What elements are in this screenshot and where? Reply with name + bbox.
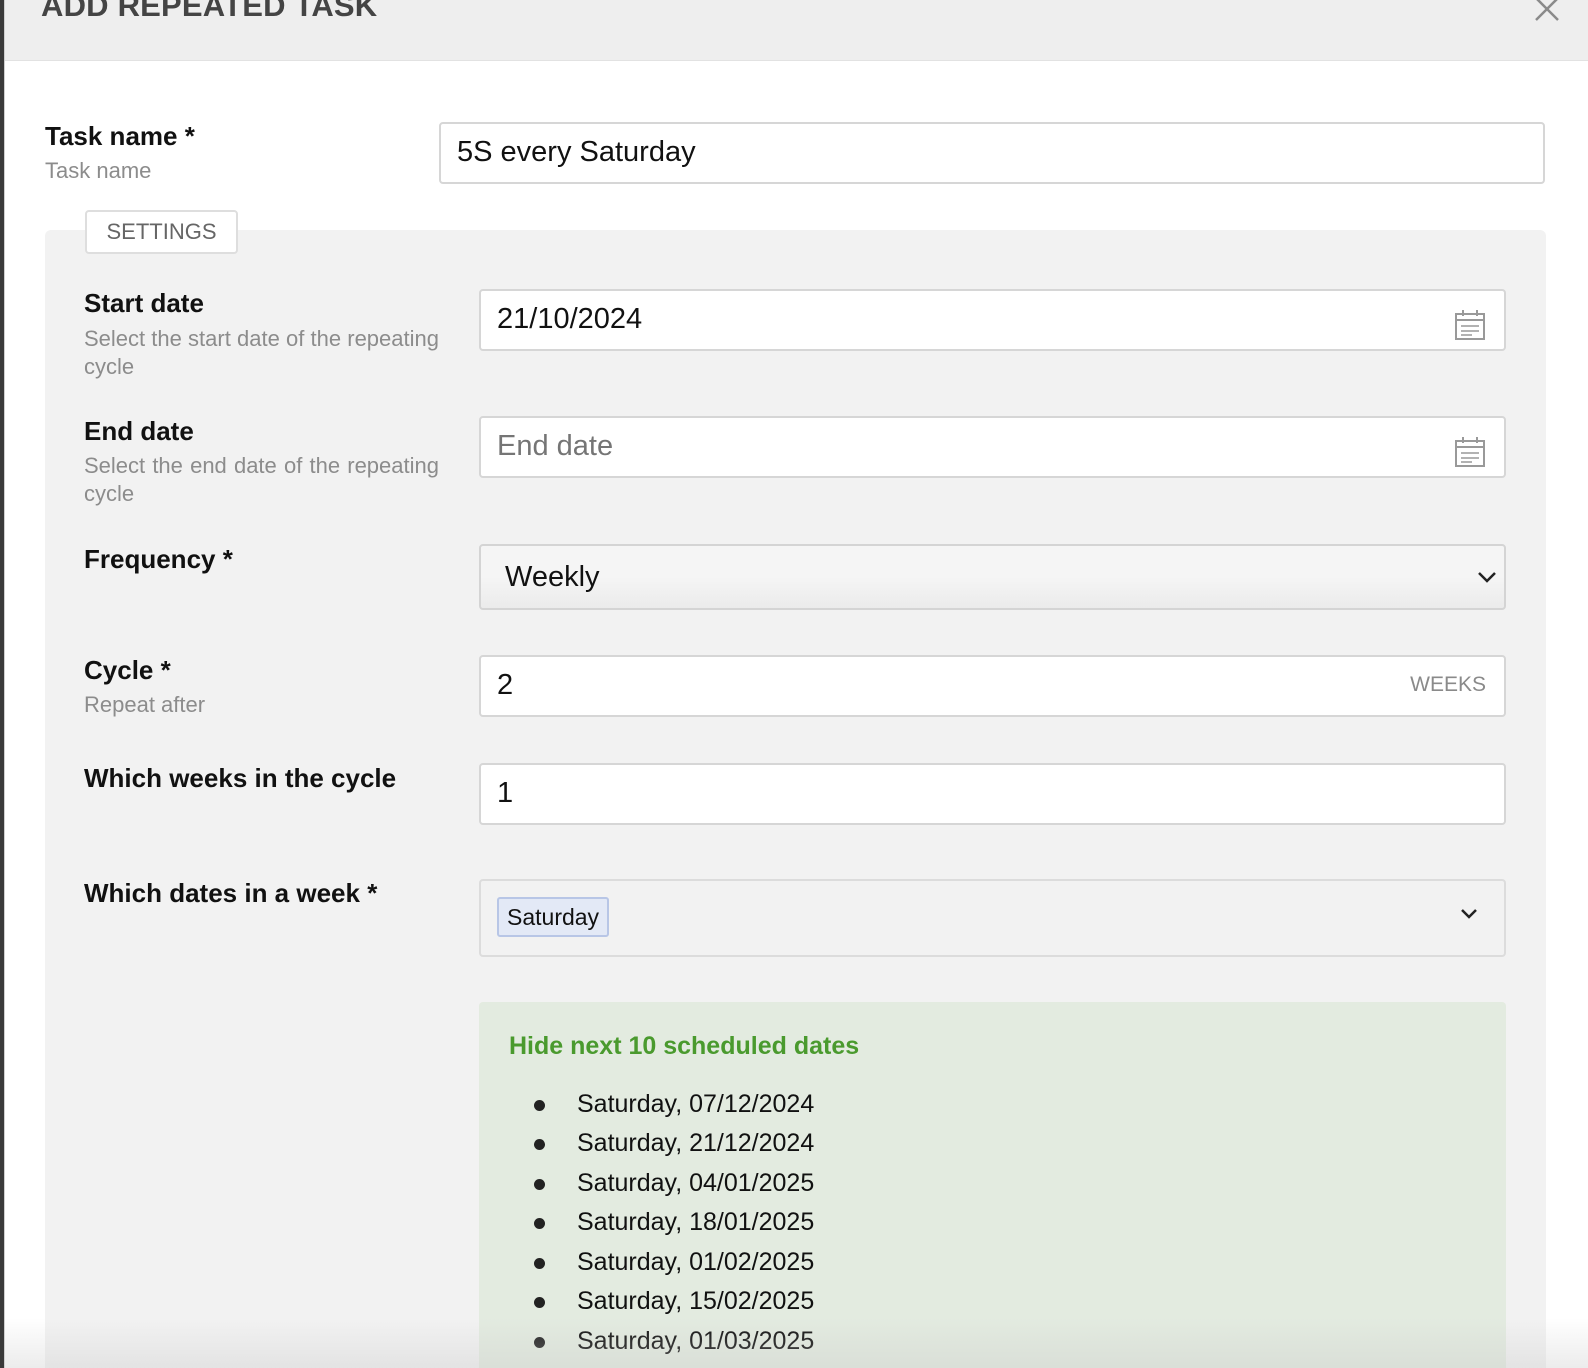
close-icon bbox=[1535, 0, 1559, 21]
scheduled-date-item: Saturday, 18/01/2025 bbox=[577, 1208, 815, 1236]
add-repeated-task-dialog: ADD REPEATED TASK Task name * Task name … bbox=[4, 0, 1588, 1368]
start-date-hint: Select the start date of the repeating c… bbox=[84, 326, 439, 379]
calendar-icon[interactable] bbox=[1454, 436, 1486, 468]
cycle-unit: WEEKS bbox=[1410, 673, 1486, 696]
bullet bbox=[534, 1297, 545, 1308]
hide-scheduled-dates-link[interactable]: Hide next 10 scheduled dates bbox=[509, 1032, 859, 1061]
frequency-label: Frequency * bbox=[84, 544, 233, 574]
cycle-label: Cycle * bbox=[84, 655, 171, 685]
bullet bbox=[534, 1337, 545, 1348]
cycle-value: 2 bbox=[497, 669, 514, 701]
scheduled-dates-panel: Hide next 10 scheduled dates Saturday, 0… bbox=[479, 1002, 1506, 1368]
task-name-label: Task name * bbox=[45, 121, 195, 151]
settings-tab[interactable]: SETTINGS bbox=[85, 210, 238, 254]
start-date-label: Start date bbox=[84, 288, 204, 318]
end-date-label: End date bbox=[84, 416, 194, 446]
dates-in-week-label: Which dates in a week * bbox=[84, 878, 378, 908]
dialog-title: ADD REPEATED TASK bbox=[41, 0, 378, 23]
scheduled-date-item: Saturday, 04/01/2025 bbox=[577, 1169, 815, 1197]
scheduled-date-item: Saturday, 21/12/2024 bbox=[577, 1129, 815, 1157]
task-name-hint: Task name bbox=[45, 158, 152, 183]
bullet bbox=[534, 1179, 545, 1190]
cycle-input[interactable]: 2 WEEKS bbox=[479, 655, 1506, 717]
cycle-hint: Repeat after bbox=[84, 692, 206, 717]
end-date-hint: Select the end date of the repeating cyc… bbox=[84, 453, 439, 506]
bullet bbox=[534, 1139, 545, 1150]
bullet bbox=[534, 1218, 545, 1229]
task-name-input[interactable]: 5S every Saturday bbox=[439, 122, 1545, 184]
close-button[interactable] bbox=[1532, 0, 1562, 26]
scheduled-date-item: Saturday, 07/12/2024 bbox=[577, 1090, 815, 1118]
calendar-icon[interactable] bbox=[1454, 309, 1486, 341]
chevron-down-icon bbox=[1461, 909, 1477, 919]
frequency-value: Weekly bbox=[505, 561, 600, 593]
start-date-input[interactable]: 21/10/2024 bbox=[479, 289, 1506, 351]
end-date-input[interactable]: End date bbox=[479, 416, 1506, 478]
frequency-select[interactable]: Weekly bbox=[479, 544, 1506, 610]
dates-in-week-select[interactable]: Saturday bbox=[479, 879, 1506, 957]
weeks-in-cycle-label: Which weeks in the cycle bbox=[84, 763, 397, 793]
scheduled-date-item: Saturday, 01/03/2025 bbox=[577, 1327, 815, 1355]
chevron-down-icon bbox=[1478, 572, 1496, 583]
end-date-placeholder: End date bbox=[497, 430, 614, 462]
scheduled-date-item: Saturday, 01/02/2025 bbox=[577, 1248, 815, 1276]
selected-day-chip[interactable]: Saturday bbox=[497, 897, 610, 937]
scheduled-date-item: Saturday, 15/02/2025 bbox=[577, 1287, 815, 1315]
weeks-in-cycle-input[interactable]: 1 bbox=[479, 763, 1506, 825]
bullet bbox=[534, 1258, 545, 1269]
start-date-value: 21/10/2024 bbox=[497, 303, 643, 335]
bullet bbox=[534, 1100, 545, 1111]
dialog-header: ADD REPEATED TASK bbox=[5, 0, 1588, 61]
